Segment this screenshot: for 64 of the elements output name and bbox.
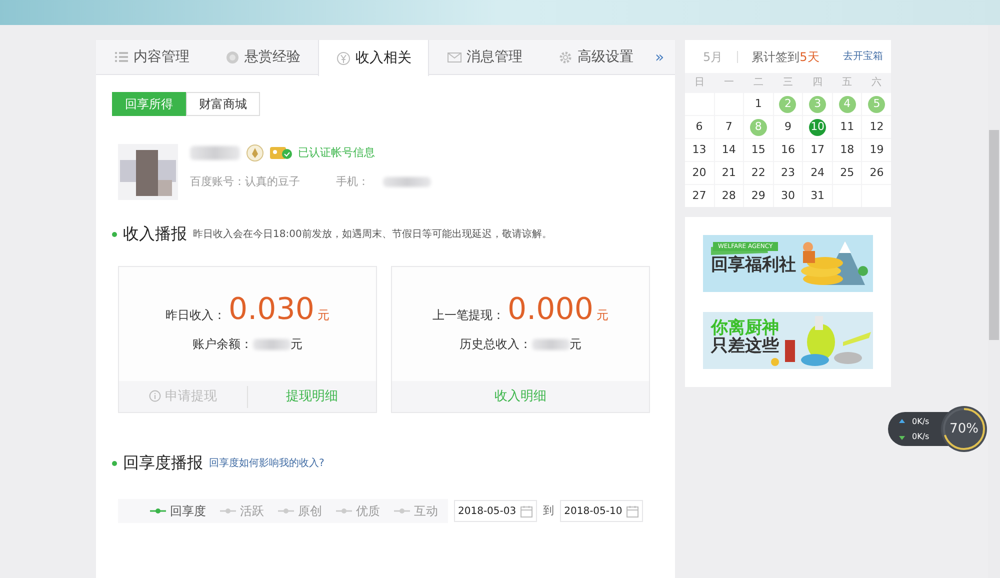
redacted-name [190, 146, 240, 160]
banner-title: 回享福利社 [711, 257, 796, 275]
account-name: 认真的豆子 [245, 174, 300, 190]
avatar [118, 144, 178, 200]
signin-count: 5天 [800, 48, 820, 66]
usage-percent: 70% [950, 422, 978, 436]
calendar-day[interactable]: 10 [809, 118, 826, 136]
metric-toggle[interactable]: 回享度 [150, 502, 206, 520]
legend-line-icon [150, 507, 166, 515]
currency-unit: 元 [290, 336, 302, 353]
bullet-icon [112, 232, 117, 236]
amount-value: 0.000 [508, 295, 594, 325]
legend-line-icon [394, 507, 410, 515]
speed-reading: 0K/s [912, 430, 930, 442]
legend-line-icon [220, 507, 236, 515]
chest-link[interactable]: 去开宝箱 [843, 49, 883, 64]
speed-reading: 0K/s [912, 416, 930, 428]
banner-title: 只差这些 [711, 338, 779, 356]
yen-icon [336, 50, 350, 66]
help-link[interactable]: 回享度如何影响我的收入? [209, 456, 324, 470]
nav-tab[interactable]: 高级设置 [540, 40, 651, 74]
redacted-amount [252, 338, 290, 350]
ad-banner[interactable]: 你离厨神 只差这些 [703, 312, 873, 369]
settings-icon [558, 50, 572, 64]
upload-arrow-icon [898, 418, 906, 426]
redacted-phone [383, 177, 431, 188]
redacted-amount [532, 338, 570, 350]
amount-label: 昨日收入： [166, 307, 226, 324]
nav-tab[interactable]: 悬赏经验 [207, 40, 318, 74]
nav-tab[interactable]: 消息管理 [429, 40, 540, 74]
signin-label: 累计签到 [752, 48, 800, 66]
amount-value: 0.030 [228, 295, 314, 325]
sub-tab[interactable]: 财富商城 [186, 92, 260, 116]
usage-ring [940, 405, 988, 453]
coin-icon [224, 50, 240, 64]
date-field[interactable]: 2018-05-10 [560, 500, 644, 522]
phone-label: 手机： [336, 174, 369, 190]
account-label: 百度账号： [190, 174, 245, 190]
nav-tab[interactable]: 收入相关 [318, 40, 429, 76]
medal-icon [246, 144, 264, 162]
calendar-icon [520, 504, 534, 518]
nav-tab[interactable]: 内容管理 [96, 40, 207, 74]
verified-text: 已认证帐号信息 [298, 144, 375, 161]
mail-icon [446, 50, 462, 64]
info-icon [148, 390, 161, 402]
currency-unit: 元 [317, 307, 330, 324]
calendar-icon [626, 504, 640, 518]
balance-label: 历史总收入： [460, 336, 532, 353]
legend-line-icon [278, 507, 294, 515]
section-title: 回享度播报 [123, 452, 203, 474]
amount-label: 上一笔提现： [432, 307, 505, 324]
section-title: 收入播报 [123, 223, 187, 245]
legend-line-icon [336, 507, 352, 515]
currency-unit: 元 [570, 336, 582, 353]
currency-unit: 元 [596, 307, 608, 324]
more-tabs-button[interactable]: » [651, 40, 668, 74]
date-field[interactable]: 2018-05-03 [454, 500, 538, 522]
section-note: 昨日收入会在今日18:00前发放，如遇周末、节假日等可能出现延迟，敬请谅解。 [193, 228, 552, 242]
list-icon [114, 50, 128, 64]
bullet-icon [112, 460, 117, 466]
verified-card-icon [270, 146, 292, 160]
date-separator: 到 [543, 502, 554, 519]
balance-label: 账户余额： [192, 336, 252, 353]
month-label: 5月 [703, 48, 723, 66]
